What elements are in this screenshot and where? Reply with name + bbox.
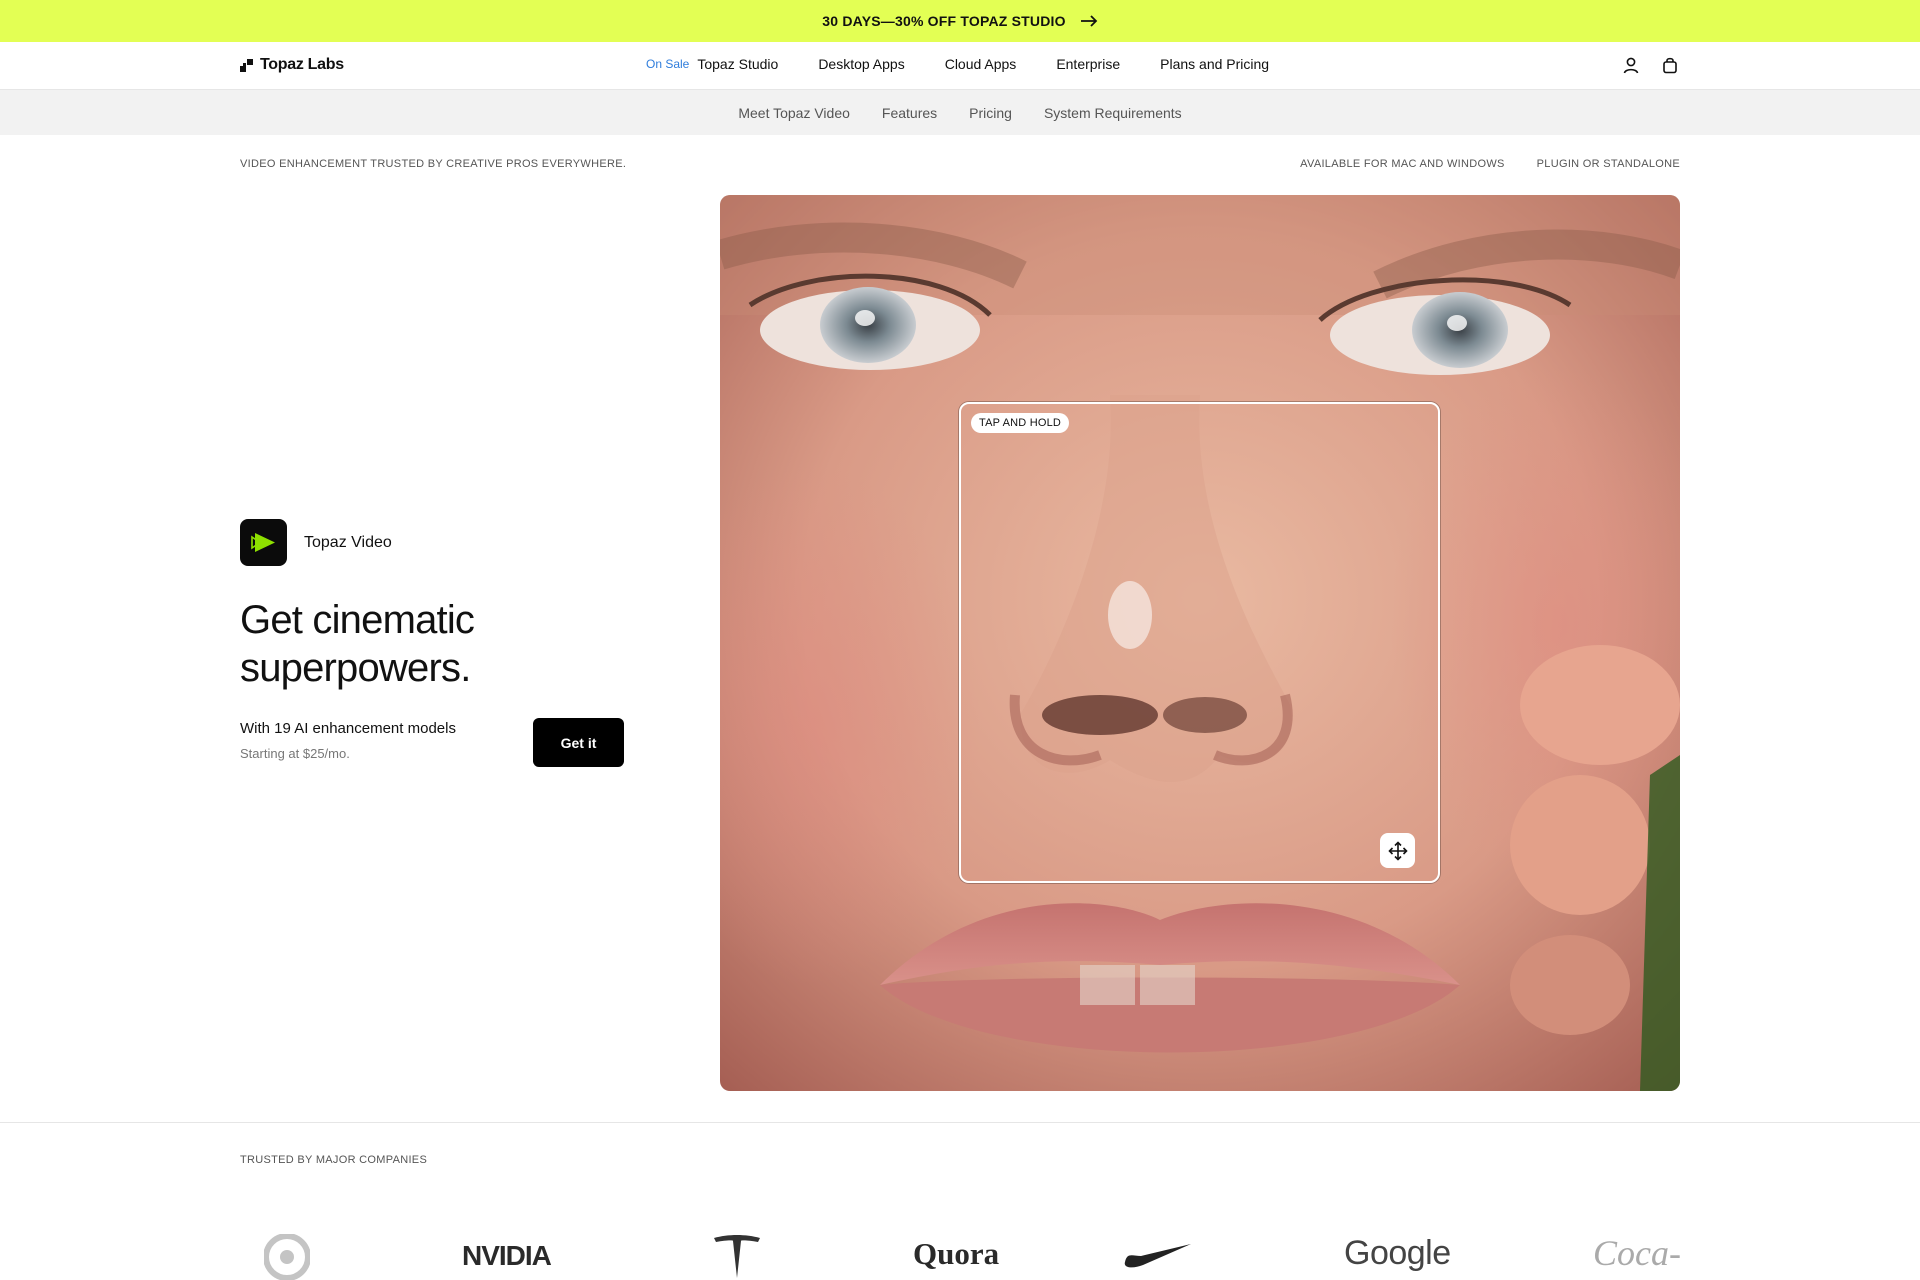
product-name: Topaz Video	[304, 533, 392, 551]
arrow-right-icon	[1080, 15, 1097, 27]
subnav-meet-topaz-video[interactable]: Meet Topaz Video	[738, 105, 850, 121]
account-icon[interactable]	[1622, 56, 1640, 74]
on-sale-badge: On Sale	[646, 57, 690, 71]
google-logo: Google	[1344, 1234, 1451, 1272]
quora-logo: Quora	[913, 1236, 1000, 1271]
plugin-info: PLUGIN OR STANDALONE	[1536, 158, 1680, 170]
comparison-frame[interactable]: TAP AND HOLD	[959, 402, 1440, 883]
nav-link-cloud-apps[interactable]: Cloud Apps	[945, 56, 1017, 72]
move-handle[interactable]	[1380, 833, 1415, 868]
nav-links: On Sale Topaz Studio Desktop Apps Cloud …	[646, 56, 1269, 72]
cart-icon[interactable]	[1661, 56, 1679, 74]
nav-link-desktop-apps[interactable]: Desktop Apps	[818, 56, 904, 72]
subnav-pricing[interactable]: Pricing	[969, 105, 1012, 121]
nav-link-enterprise[interactable]: Enterprise	[1056, 56, 1120, 72]
subnav-features[interactable]: Features	[882, 105, 937, 121]
product-label: Topaz Video	[240, 519, 392, 566]
topaz-logo-icon	[240, 58, 253, 72]
topaz-labs-logo[interactable]: Topaz Labs	[240, 56, 344, 74]
move-icon	[1387, 840, 1408, 861]
price-note: Starting at $25/mo.	[240, 746, 350, 761]
hero-headline: Get cinematic superpowers.	[240, 598, 475, 690]
subnav-system-requirements[interactable]: System Requirements	[1044, 105, 1182, 121]
target-logo	[264, 1234, 310, 1280]
hero-subline: With 19 AI enhancement models	[240, 720, 456, 737]
product-subnav: Meet Topaz Video Features Pricing System…	[0, 90, 1920, 135]
promo-banner[interactable]: 30 DAYS—30% OFF TOPAZ STUDIO	[0, 0, 1920, 42]
topaz-video-app-icon	[240, 519, 287, 566]
tap-and-hold-label: TAP AND HOLD	[971, 413, 1070, 433]
tesla-logo	[714, 1235, 760, 1278]
platform-info: AVAILABLE FOR MAC AND WINDOWS PLUGIN OR …	[1300, 158, 1680, 170]
trusted-label: TRUSTED BY MAJOR COMPANIES	[240, 1154, 428, 1166]
get-it-button[interactable]: Get it	[533, 718, 624, 767]
section-divider	[0, 1122, 1920, 1123]
promo-text: 30 DAYS—30% OFF TOPAZ STUDIO	[822, 13, 1066, 29]
nike-logo	[1124, 1244, 1191, 1268]
nav-link-plans-pricing[interactable]: Plans and Pricing	[1160, 56, 1269, 72]
logo-text: Topaz Labs	[260, 56, 344, 73]
nvidia-logo: NVIDIA	[462, 1240, 552, 1271]
brand-logos: NVIDIA Quora Google Coca-Cola	[240, 1225, 1680, 1280]
nav-icons	[1622, 56, 1679, 74]
tagline: VIDEO ENHANCEMENT TRUSTED BY CREATIVE PR…	[240, 158, 627, 170]
coca-cola-logo: Coca-Cola	[1593, 1233, 1680, 1280]
main-nav: Topaz Labs On Sale Topaz Studio Desktop …	[0, 42, 1920, 90]
platform-availability: AVAILABLE FOR MAC AND WINDOWS	[1300, 158, 1505, 170]
nav-link-topaz-studio[interactable]: Topaz Studio	[697, 56, 778, 72]
hero-face-image[interactable]: TAP AND HOLD	[720, 195, 1680, 1091]
